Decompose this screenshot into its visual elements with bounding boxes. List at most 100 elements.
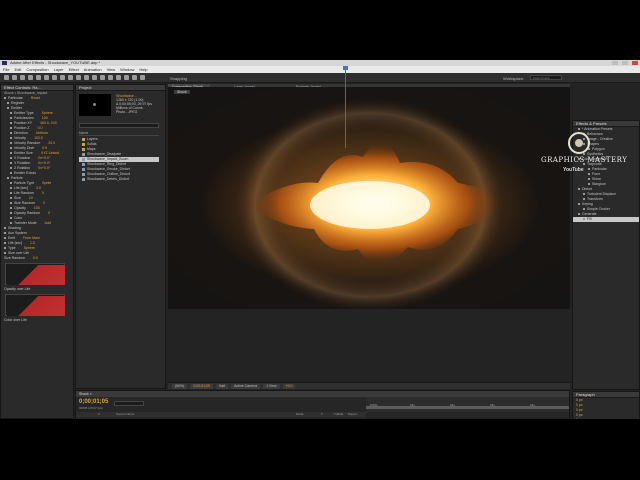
- timeline-column-label[interactable]: TrkMat: [334, 412, 343, 417]
- timeline-ruler[interactable]: 0:00s01s02s03s04s05s: [366, 397, 569, 412]
- twirl-icon[interactable]: [4, 232, 6, 234]
- timeline-timecode[interactable]: 0;00;01;05: [79, 399, 108, 405]
- viewer-control[interactable]: (50%): [172, 383, 188, 389]
- effect-control-value[interactable]: 360.0, 240: [40, 121, 57, 125]
- twirl-icon[interactable]: [10, 152, 12, 154]
- twirl-icon[interactable]: [10, 207, 12, 209]
- maximize-icon[interactable]: [622, 61, 628, 65]
- paragraph-field[interactable]: 0 px: [573, 418, 639, 419]
- snapping-label[interactable]: Snapping: [170, 76, 187, 81]
- tool-icon[interactable]: [108, 75, 113, 80]
- tool-icon[interactable]: [76, 75, 81, 80]
- viewer-control[interactable]: 1 View: [263, 383, 280, 389]
- effects-tree-item[interactable]: Fill: [573, 217, 639, 222]
- tool-icon[interactable]: [116, 75, 121, 80]
- composition-viewer[interactable]: Shock: [168, 87, 570, 309]
- paragraph-value[interactable]: 0 px: [576, 408, 583, 412]
- tool-icon[interactable]: [124, 75, 129, 80]
- effect-control-value[interactable]: Reset: [31, 96, 40, 100]
- menu-help[interactable]: Help: [139, 66, 147, 73]
- timeline-column-label[interactable]: T: [321, 412, 323, 417]
- tool-icon[interactable]: [12, 75, 17, 80]
- tool-icon[interactable]: [44, 75, 49, 80]
- effect-control-value[interactable]: 20.0: [48, 141, 55, 145]
- effect-control-value[interactable]: 100: [34, 206, 40, 210]
- playhead-handle[interactable]: [343, 66, 348, 70]
- tool-icon[interactable]: [52, 75, 57, 80]
- viewer-control[interactable]: Active Camera: [231, 383, 261, 389]
- menu-window[interactable]: Window: [120, 66, 134, 73]
- close-icon[interactable]: [632, 61, 638, 65]
- twirl-icon[interactable]: [4, 252, 6, 254]
- tool-icon[interactable]: [20, 75, 25, 80]
- twirl-icon[interactable]: [7, 107, 9, 109]
- timeline-column-label[interactable]: #: [98, 412, 100, 417]
- tool-icon[interactable]: [100, 75, 105, 80]
- timeline-search-input[interactable]: [114, 401, 144, 406]
- menu-effect[interactable]: Effect: [69, 66, 79, 73]
- twirl-icon[interactable]: [10, 202, 12, 204]
- effect-control-value[interactable]: From Main: [23, 236, 40, 240]
- curve-graph[interactable]: [5, 294, 65, 316]
- twirl-icon[interactable]: [10, 182, 12, 184]
- effect-control-value[interactable]: Add: [45, 221, 51, 225]
- menu-edit[interactable]: Edit: [14, 66, 21, 73]
- menu-layer[interactable]: Layer: [54, 66, 64, 73]
- timeline-column-label[interactable]: Mode: [296, 412, 304, 417]
- twirl-icon[interactable]: [4, 247, 6, 249]
- twirl-icon[interactable]: [10, 217, 12, 219]
- project-search-input[interactable]: [79, 123, 159, 128]
- tool-icon[interactable]: [84, 75, 89, 80]
- effect-control-row[interactable]: Opacity over Life: [1, 287, 73, 292]
- twirl-icon[interactable]: [10, 162, 12, 164]
- menu-view[interactable]: View: [107, 66, 116, 73]
- tool-icon[interactable]: [36, 75, 41, 80]
- tool-icon[interactable]: [28, 75, 33, 80]
- twirl-icon[interactable]: [10, 137, 12, 139]
- viewer-control[interactable]: Half: [215, 383, 229, 389]
- project-column-name[interactable]: Name: [79, 131, 159, 136]
- effect-control-value[interactable]: Uniform: [36, 131, 48, 135]
- effect-control-value[interactable]: 0: [48, 211, 50, 215]
- minimize-icon[interactable]: [612, 61, 618, 65]
- effect-control-value[interactable]: 10: [29, 196, 33, 200]
- effect-control-value[interactable]: 1.0: [30, 241, 35, 245]
- effect-control-value[interactable]: 3.0: [36, 186, 41, 190]
- project-tab[interactable]: Project: [76, 85, 165, 91]
- effect-control-value[interactable]: 0.0: [33, 256, 38, 260]
- timeline-layer[interactable]: 1[Shock]Normal: [76, 418, 366, 419]
- paragraph-value[interactable]: 0 px: [576, 398, 583, 402]
- twirl-icon[interactable]: [10, 212, 12, 214]
- effect-control-row[interactable]: Size Random 0.0: [1, 256, 73, 261]
- playhead-line[interactable]: [345, 66, 346, 148]
- timeline-column-label[interactable]: Parent: [348, 412, 357, 417]
- twirl-icon[interactable]: [10, 142, 12, 144]
- twirl-icon[interactable]: [10, 157, 12, 159]
- twirl-icon[interactable]: [10, 192, 12, 194]
- effect-control-value[interactable]: Sphere: [42, 111, 53, 115]
- effect-control-row[interactable]: Color over Life: [1, 318, 73, 323]
- menu-composition[interactable]: Composition: [26, 66, 48, 73]
- effect-control-value[interactable]: 0: [43, 201, 45, 205]
- effect-control-value[interactable]: 0.5: [42, 146, 47, 150]
- tool-icon[interactable]: [68, 75, 73, 80]
- twirl-icon[interactable]: [10, 172, 12, 174]
- tool-icon[interactable]: [140, 75, 145, 80]
- twirl-icon[interactable]: [7, 177, 9, 179]
- effect-control-value[interactable]: 0: [42, 191, 44, 195]
- twirl-icon[interactable]: [4, 97, 6, 99]
- effect-control-value[interactable]: XYZ Linked: [41, 151, 59, 155]
- twirl-icon[interactable]: [4, 237, 6, 239]
- effect-control-value[interactable]: Sprite: [42, 181, 51, 185]
- workspace-label[interactable]: Workspace:: [503, 76, 524, 81]
- paragraph-value[interactable]: 0 px: [576, 413, 583, 417]
- menu-file[interactable]: File: [3, 66, 9, 73]
- curve-graph[interactable]: [5, 263, 65, 285]
- effect-control-value[interactable]: 0x+0.0°: [38, 156, 50, 160]
- viewer-control[interactable]: 0;00;01;05: [190, 383, 213, 389]
- tool-icon[interactable]: [92, 75, 97, 80]
- effect-control-value[interactable]: 100: [42, 116, 48, 120]
- paragraph-value[interactable]: 0 px: [576, 403, 583, 407]
- twirl-icon[interactable]: [7, 102, 9, 104]
- effect-control-value[interactable]: 0.0: [38, 126, 43, 130]
